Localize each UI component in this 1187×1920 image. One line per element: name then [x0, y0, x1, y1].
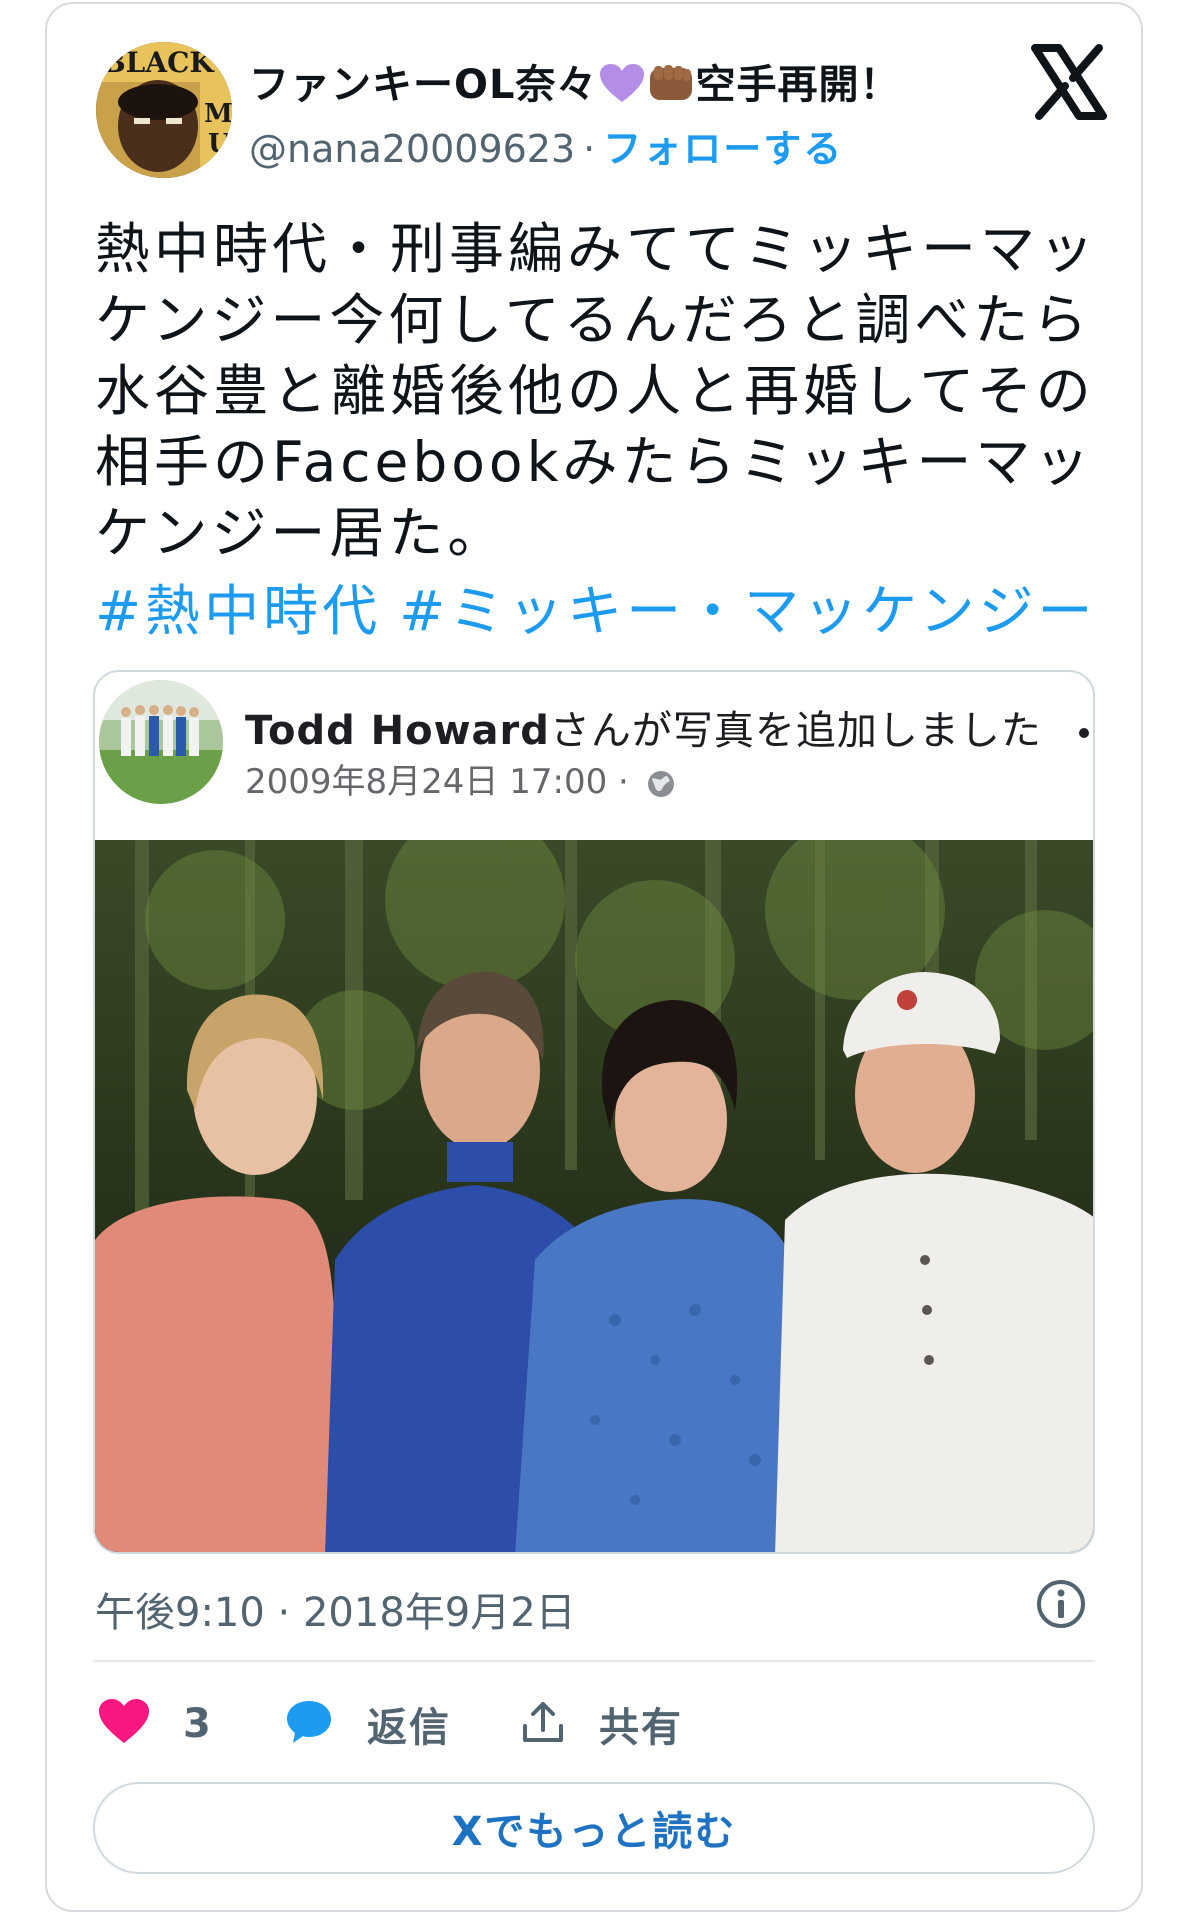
poster-name[interactable]: Todd Howard [245, 708, 550, 754]
speech-bubble-icon [285, 1699, 333, 1749]
post-action-text: さんが写真を追加しました [549, 708, 1042, 754]
post-photo[interactable] [95, 810, 1093, 1552]
poster-avatar [99, 680, 223, 804]
share-label: 共有 [599, 1705, 683, 1751]
post-date: 2009年8月24日 17:00 [245, 762, 608, 802]
globe-icon [646, 768, 676, 808]
fist-icon [648, 62, 694, 114]
hashtag-row: #熱中時代 #ミッキー・マッケンジー [95, 566, 1115, 646]
follow-button[interactable]: フォローする [603, 127, 843, 171]
like-count: 3 [183, 1701, 213, 1747]
reply-label: 返信 [367, 1705, 451, 1751]
purple-heart-icon [599, 64, 644, 114]
divider [93, 1660, 1095, 1662]
author-handle-row: @nana20009623 · フォローする [249, 118, 843, 173]
svg-text:M: M [204, 99, 232, 129]
tweet-line: 水谷豊と離婚後他の人と再婚してその [95, 359, 1095, 423]
tweet-line: 相手のFacebookみたらミッキーマッ [95, 430, 1094, 494]
share-icon [521, 1700, 565, 1748]
post-meta: 2009年8月24日 17:00 · [245, 754, 676, 808]
tweet-timestamp[interactable]: 午後9:10 · 2018年9月2日 [95, 1580, 576, 1638]
meta-separator: · [618, 762, 629, 802]
more-options-icon[interactable] [1079, 728, 1089, 738]
reply-button[interactable]: 返信 [285, 1694, 451, 1754]
post-title: Todd Howardさんが写真を追加しました [245, 698, 1042, 756]
handle-separator: · [583, 127, 596, 171]
svg-text:U: U [208, 129, 231, 159]
hashtag-link[interactable]: #ミッキー・マッケンジー [399, 579, 1096, 643]
embedded-facebook-post[interactable]: Todd Howardさんが写真を追加しました 2009年8月24日 17:00… [93, 670, 1095, 1554]
display-name-prefix: ファンキーOL奈々 [249, 62, 598, 108]
display-name-suffix: 空手再開！ [695, 62, 901, 108]
svg-text:BLACK: BLACK [102, 46, 215, 79]
heart-icon [99, 1699, 149, 1749]
like-button[interactable]: 3 [99, 1694, 213, 1754]
author-display-name[interactable]: ファンキーOL奈々 空手再開！ [249, 52, 901, 114]
share-button[interactable]: 共有 [521, 1694, 683, 1754]
x-logo-icon[interactable] [1031, 44, 1107, 120]
tweet-line: ケンジー今何してるんだろと調べたら [95, 288, 1092, 352]
tweet-card: BLACK M U ファンキーOL奈々 空手再開！ @nana20009623 · フ… [45, 2, 1143, 1912]
tweet-text: 熱中時代・刑事編みててミッキーマッ ケンジー今何してるんだろと調べたら 水谷豊と… [95, 214, 1105, 569]
tweet-line: ケンジー居た。 [95, 501, 507, 565]
hashtag-link[interactable]: #熱中時代 [95, 579, 381, 643]
tweet-line: 熱中時代・刑事編みててミッキーマッ [95, 217, 1099, 281]
author-handle[interactable]: @nana20009623 [249, 127, 575, 171]
author-avatar[interactable]: BLACK M U [96, 42, 232, 178]
info-icon[interactable] [1035, 1578, 1087, 1630]
read-more-button[interactable]: Xでもっと読む [93, 1782, 1095, 1874]
